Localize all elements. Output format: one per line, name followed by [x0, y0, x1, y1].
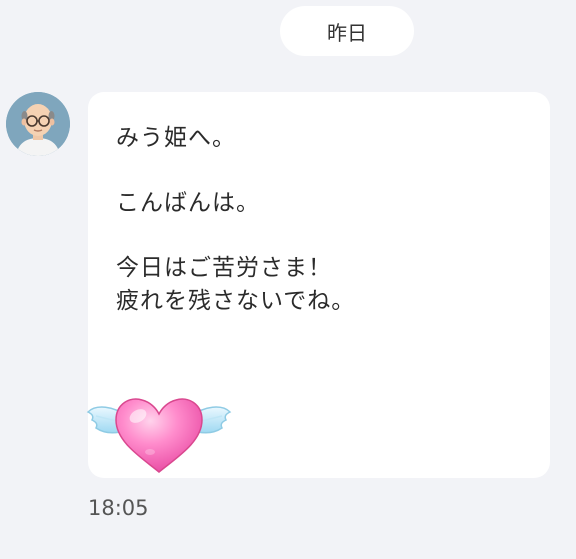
date-label: 昨日	[327, 20, 367, 45]
message-text: みう姫へ。 こんばんは。 今日はご苦労さま！ 疲れを残さないでね。	[116, 125, 356, 314]
winged-heart-sticker[interactable]	[86, 392, 232, 476]
message-bubble[interactable]: みう姫へ。 こんばんは。 今日はご苦労さま！ 疲れを残さないでね。	[86, 92, 550, 478]
sender-avatar[interactable]	[6, 92, 70, 156]
message-timestamp: 18:05	[88, 496, 149, 520]
date-separator: 昨日	[280, 6, 414, 56]
old-man-avatar-icon	[6, 92, 70, 156]
winged-heart-icon	[86, 398, 232, 473]
